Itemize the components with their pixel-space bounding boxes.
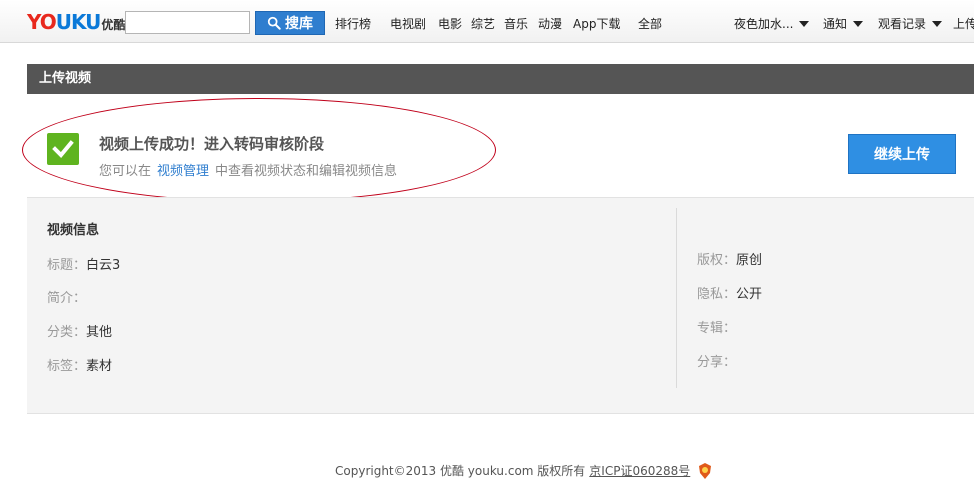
user-menu[interactable]: 夜色加水... xyxy=(734,15,810,32)
chevron-down-icon xyxy=(932,20,943,27)
youku-logo[interactable]: YOUKU 优酷 xyxy=(27,10,126,34)
notify-label: 通知 xyxy=(823,17,848,31)
success-sub-suffix: 中查看视频状态和编辑视频信息 xyxy=(215,164,398,179)
field-tags: 标签：素材 xyxy=(47,355,112,374)
video-info-title: 视频信息 xyxy=(47,223,100,238)
field-label: 简介： xyxy=(47,291,87,306)
nav-item-tv[interactable]: 电视剧 xyxy=(390,15,426,32)
continue-upload-button[interactable]: 继续上传 xyxy=(848,134,956,174)
field-description: 简介： xyxy=(47,287,86,306)
icp-link[interactable]: 京ICP证060288号 xyxy=(589,462,690,479)
notify-menu[interactable]: 通知 xyxy=(823,15,864,32)
logo-brand: YOUKU xyxy=(27,10,101,34)
field-category: 分类：其他 xyxy=(47,321,112,340)
field-value: 白云3 xyxy=(86,258,121,273)
field-share: 分享： xyxy=(697,351,736,370)
upload-link[interactable]: 上传 xyxy=(953,15,974,32)
field-value: 原创 xyxy=(736,253,763,268)
search-button[interactable]: 搜库 xyxy=(255,11,325,35)
field-album: 专辑： xyxy=(697,317,736,336)
footer: Copyright©2013 优酷 youku.com 版权所有 京ICP证06… xyxy=(335,462,712,479)
check-icon xyxy=(47,133,79,165)
nav-item-music[interactable]: 音乐 xyxy=(504,15,528,32)
search-input[interactable] xyxy=(125,11,250,34)
field-value: 素材 xyxy=(86,359,113,374)
field-label: 专辑： xyxy=(697,321,737,336)
field-label: 分类： xyxy=(47,325,87,340)
nav-item-all[interactable]: 全部 xyxy=(638,15,662,32)
field-label: 隐私： xyxy=(697,287,737,302)
video-info-panel xyxy=(27,197,974,414)
nav-item-anime[interactable]: 动漫 xyxy=(538,15,562,32)
chevron-down-icon xyxy=(799,20,810,27)
field-value: 其他 xyxy=(86,325,113,340)
success-subtitle: 您可以在 视频管理 中查看视频状态和编辑视频信息 xyxy=(99,160,397,179)
success-title: 视频上传成功！进入转码审核阶段 xyxy=(99,135,325,153)
field-label: 标签： xyxy=(47,359,87,374)
field-copyright: 版权：原创 xyxy=(697,249,762,268)
top-navigation-bar: YOUKU 优酷 搜库 排行榜 电视剧 电影 综艺 音乐 动漫 App下载 全部… xyxy=(0,0,974,43)
field-privacy: 隐私：公开 xyxy=(697,283,762,302)
field-label: 版权： xyxy=(697,253,737,268)
section-header: 上传视频 xyxy=(27,64,974,94)
success-sub-prefix: 您可以在 xyxy=(99,164,152,179)
search-icon xyxy=(267,16,281,30)
field-title: 标题：白云3 xyxy=(47,254,120,273)
nav-item-variety[interactable]: 综艺 xyxy=(471,15,495,32)
logo-cn-text: 优酷 xyxy=(101,18,126,32)
chevron-down-icon xyxy=(853,20,864,27)
field-value: 公开 xyxy=(736,287,763,302)
nav-item-app-download[interactable]: App下载 xyxy=(573,15,620,32)
nav-item-movie[interactable]: 电影 xyxy=(438,15,462,32)
video-management-link[interactable]: 视频管理 xyxy=(157,164,209,179)
field-label: 标题： xyxy=(47,258,87,273)
police-badge-icon xyxy=(699,462,712,479)
user-menu-label: 夜色加水... xyxy=(734,17,794,31)
footer-copyright: Copyright©2013 优酷 youku.com 版权所有 xyxy=(335,464,586,478)
field-label: 分享： xyxy=(697,355,737,370)
history-menu[interactable]: 观看记录 xyxy=(878,15,943,32)
search-button-label: 搜库 xyxy=(285,16,313,32)
history-label: 观看记录 xyxy=(878,17,927,31)
info-divider xyxy=(676,208,677,388)
nav-item-ranking[interactable]: 排行榜 xyxy=(335,15,371,32)
